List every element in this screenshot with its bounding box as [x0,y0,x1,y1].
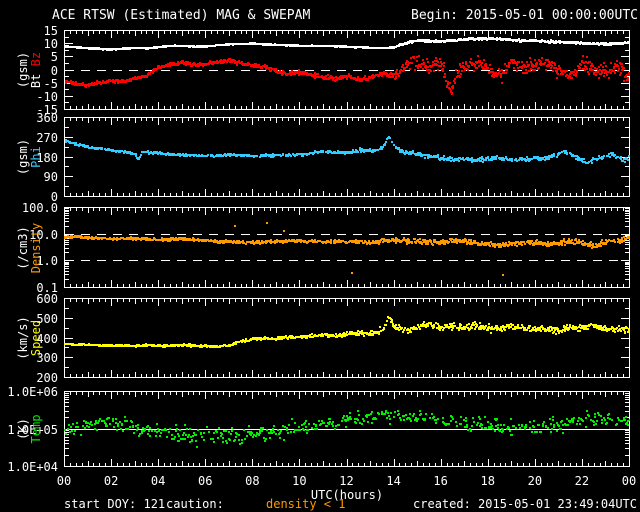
caution-label: caution: [166,497,224,511]
speed-ytick-label: 200 [36,371,58,385]
caution-value: density < 1 [266,497,346,511]
density-plot-canvas [64,207,630,288]
phi-ytick-label: 360 [36,111,58,125]
temp-axis-label: (K) Temp [16,414,43,444]
x-axis-tick-label: 22 [574,474,590,488]
phi-axis-name: Phi [29,146,43,168]
page-title: ACE RTSW (Estimated) MAG & SWEPAM [52,8,311,23]
bt-bz-ytick-label: 10 [43,37,58,52]
speed-axis-label: (km/s) Speed [16,316,43,359]
x-axis-tick-label: 06 [198,474,213,488]
bt-bz-axis-label: (gsm) Bt Bz [16,51,43,89]
bt-bz-plot-canvas [64,30,630,110]
density-ytick-label: 100.0 [21,201,58,215]
x-axis-tick-label: 14 [386,474,401,488]
phi-plot-canvas [64,117,630,197]
bt-bz-axis-name: Bt Bz [29,51,43,89]
x-axis-tick-label: 20 [527,474,543,488]
x-axis-tick-label: 02 [103,474,119,488]
phi-axis-label: (gsm) Phi [16,139,43,175]
temp-plot-canvas [64,391,630,467]
start-doy-label: start DOY: 121 [64,497,166,511]
x-axis-tick-label: 00 [621,474,637,488]
density-axis-name: Density [29,222,43,273]
x-axis-tick-label: 12 [339,474,354,488]
speed-plot-canvas [64,298,630,378]
ace-rtsw-plot: ACE RTSW (Estimated) MAG & SWEPAM Begin:… [0,0,640,512]
speed-axis-name: Speed [29,319,43,357]
speed-ytick-label: 600 [36,292,58,306]
x-axis-tick-label: 18 [480,474,495,488]
x-axis-tick-label: 08 [245,474,260,488]
temp-ytick-label: 1.0E+04 [7,460,58,474]
density-axis-label: (/cm3) Density [16,222,43,273]
temp-ytick-label: 1.0E+06 [7,385,58,399]
x-axis-tick-label: 00 [56,474,72,488]
bt-bz-ytick-label: 15 [43,24,58,38]
x-axis-tick-label: 10 [292,474,307,488]
temp-axis-name: Temp [29,414,43,444]
begin-timestamp: Begin: 2015-05-01 00:00:00UTC [411,8,638,23]
x-axis-tick-label: 16 [433,474,448,488]
x-axis-tick-label: 04 [150,474,166,488]
bt-bz-ytick-label: -10 [36,89,58,104]
created-timestamp: created: 2015-05-01 23:49:04UTC [413,497,637,511]
